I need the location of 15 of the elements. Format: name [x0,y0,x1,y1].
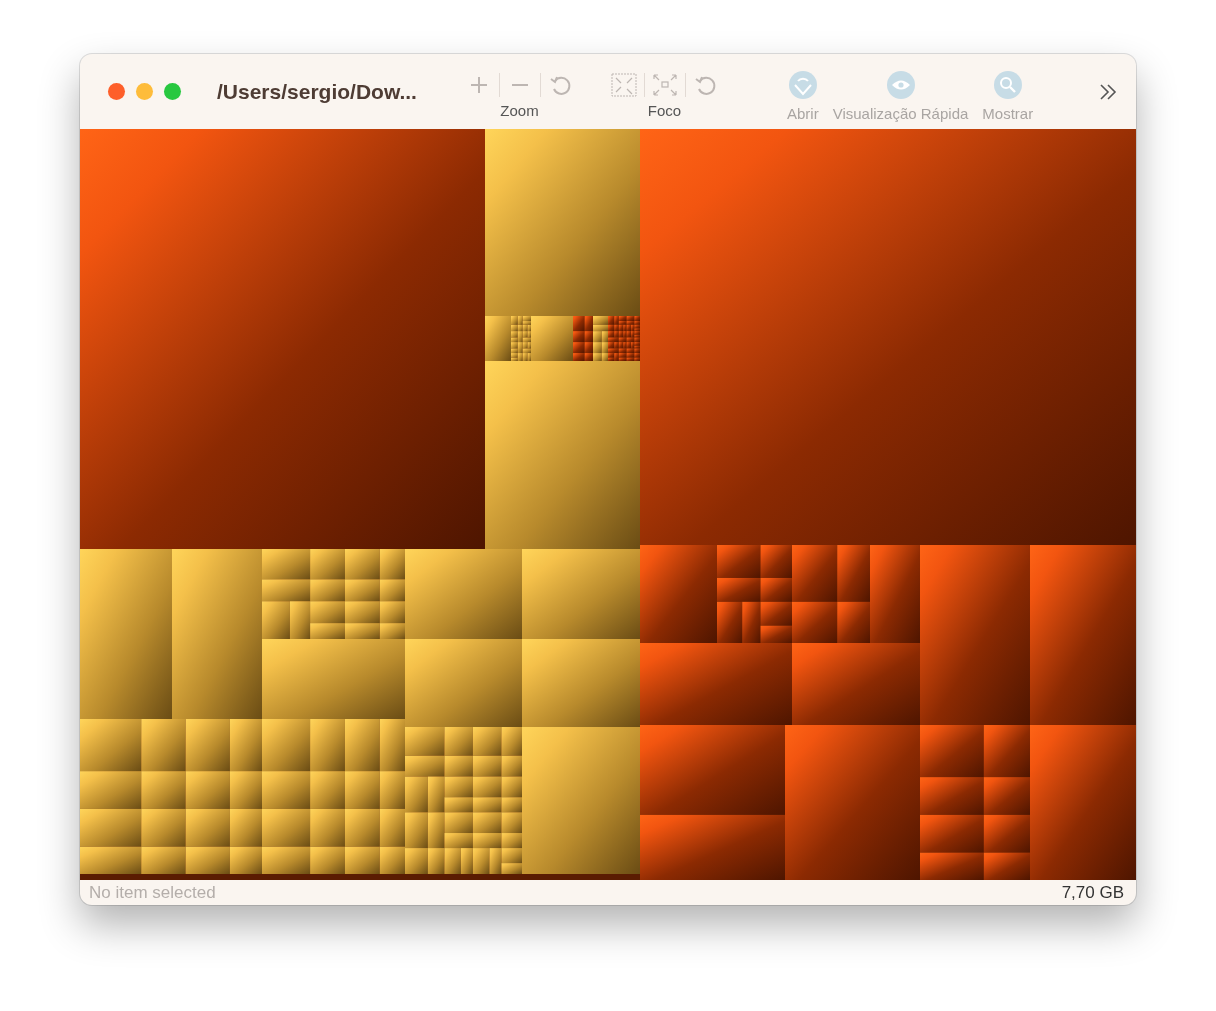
window-title: /Users/sergio/Dow... [217,79,418,104]
chevron-icon[interactable] [1098,82,1118,101]
minus-icon [511,84,528,86]
toolbar-group-label: Foco [647,102,682,119]
maximize-button[interactable] [164,83,181,100]
minimize-button[interactable] [136,83,153,100]
shrink-icon [609,72,638,98]
toolbar-group-label: Zoom [500,102,539,119]
open-icon [787,69,818,100]
expand-icon [650,72,679,98]
eye-icon [885,69,916,100]
search-icon [992,69,1023,100]
total-size: 7,70 GB [1061,882,1124,903]
close-button[interactable] [108,83,125,100]
selection-status: No item selected [89,882,216,903]
